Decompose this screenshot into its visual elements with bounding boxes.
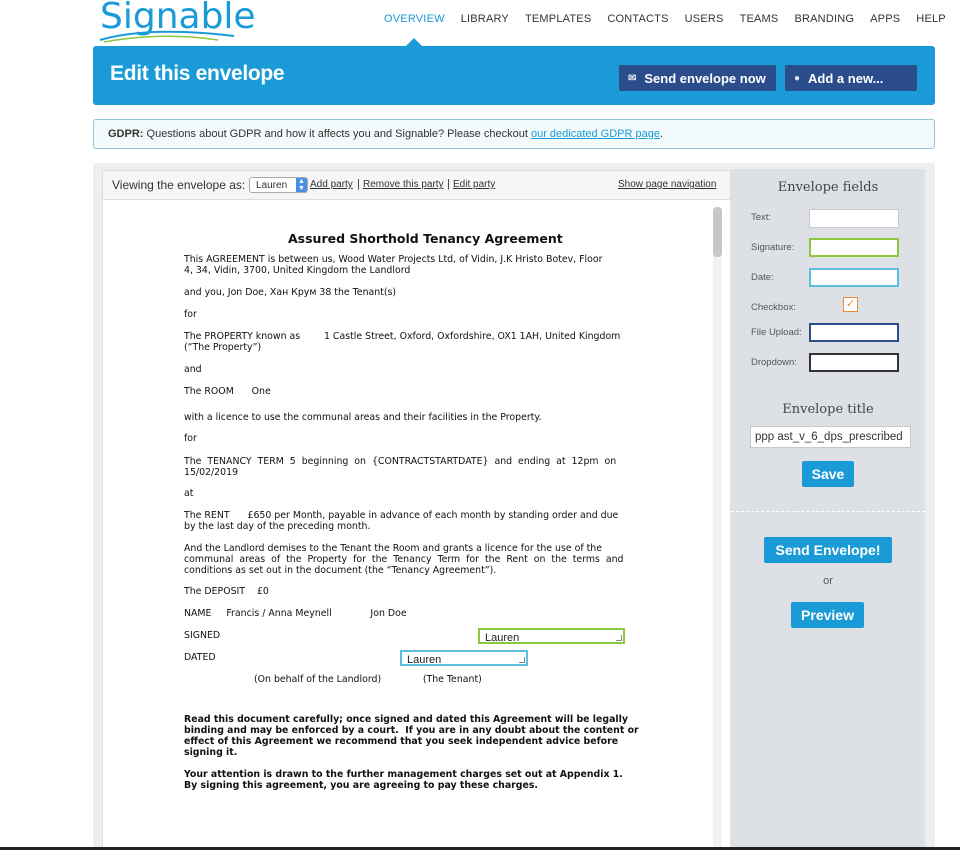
viewing-as-label: Viewing the envelope as: <box>112 178 246 192</box>
doc-property-line-2: (“The Property”) <box>184 342 262 353</box>
send-envelope-button[interactable]: Send Envelope! <box>764 537 892 563</box>
envelope-title-heading: Envelope title <box>782 402 874 417</box>
doc-and: and <box>184 364 202 375</box>
doc-attention-line-1: Your attention is drawn to the further m… <box>184 769 623 780</box>
doc-term-line-1: The TENANCY TERM 5 beginning on {CONTRAC… <box>184 456 617 467</box>
gdpr-tail: . <box>659 128 664 140</box>
party-select-value: Lauren <box>256 180 288 191</box>
doc-property-line-1: The PROPERTY known as 1 Castle Street, O… <box>184 331 621 342</box>
doc-read-line-3: effect of this Agreement we recommend th… <box>184 736 619 747</box>
date-field-label: Date: <box>751 272 774 283</box>
remove-party-link[interactable]: Remove this party <box>363 179 444 190</box>
preview-button[interactable]: Preview <box>791 602 864 628</box>
plus-circle-icon: ● <box>794 72 801 84</box>
doc-read-line-4: signing it. <box>184 747 238 758</box>
doc-demise-line-2: communal areas of the Property for the T… <box>184 554 624 565</box>
nav-branding[interactable]: BRANDING <box>794 13 854 25</box>
envelope-fields-heading: Envelope fields <box>777 180 879 195</box>
gdpr-label: GDPR: <box>108 128 144 140</box>
doc-rent-line-1: The RENT £650 per Month, payable in adva… <box>184 510 619 521</box>
send-envelope-now-label: Send envelope now <box>644 70 766 86</box>
send-envelope-now-button[interactable]: ✉ Send envelope now <box>619 65 776 91</box>
file-upload-field-label: File Upload: <box>751 327 802 338</box>
doc-attention-line-2: By signing this agreement, you are agree… <box>184 780 538 791</box>
party-select[interactable]: Lauren ▲ ▼ <box>249 177 308 193</box>
document-toolbar: Viewing the envelope as: Lauren ▲ ▼ Add p… <box>102 170 731 200</box>
edit-party-link[interactable]: Edit party <box>453 179 495 190</box>
doc-at: at <box>184 488 194 499</box>
envelope-fields-panel: Envelope fields Text: Signature: Date: C… <box>731 169 925 850</box>
checkbox-field-label: Checkbox: <box>751 302 796 313</box>
signature-field[interactable]: Lauren <box>478 628 625 644</box>
text-field-tool[interactable] <box>809 209 899 228</box>
date-field-tool[interactable] <box>809 268 899 287</box>
gdpr-notice: GDPR: Questions about GDPR and how it af… <box>93 119 935 149</box>
envelope-header: Edit this envelope ✉ Send envelope now ●… <box>93 46 935 105</box>
doc-behalf-line: (On behalf of the Landlord) (The Tenant) <box>254 674 482 685</box>
doc-read-line-2: binding and may be enforced by a court. … <box>184 725 639 736</box>
dropdown-field-label: Dropdown: <box>751 357 797 368</box>
envelope-title-input[interactable]: ppp ast_v_6_dps_prescribed <box>750 426 911 448</box>
select-arrows-icon: ▲ ▼ <box>296 178 307 192</box>
signature-field-value: Lauren <box>485 632 520 644</box>
doc-read-line-1: Read this document carefully; once signe… <box>184 714 628 725</box>
save-button[interactable]: Save <box>802 461 854 487</box>
doc-agreement-line-2: 4, 34, Vidin, 3700, United Kingdom the L… <box>184 265 411 276</box>
add-party-link[interactable]: Add party <box>310 179 353 190</box>
resize-grip-icon[interactable] <box>519 657 525 663</box>
check-icon: ✓ <box>845 297 856 310</box>
file-upload-field-tool[interactable] <box>809 323 899 342</box>
nav-users[interactable]: USERS <box>685 13 724 25</box>
signature-field-label: Signature: <box>751 242 795 253</box>
doc-tenant-line: and you, Jon Doe, Хан Крум 38 the Tenant… <box>184 287 397 298</box>
nav-teams[interactable]: TEAMS <box>740 13 779 25</box>
envelope-icon: ✉ <box>628 72 637 84</box>
or-label: or <box>823 575 833 587</box>
doc-for-2: for <box>184 433 197 444</box>
nav-overview[interactable]: OVERVIEW <box>384 13 445 25</box>
document-scrollbar[interactable] <box>713 207 722 850</box>
resize-grip-icon[interactable] <box>616 635 622 641</box>
toolbar-separator: | <box>447 178 450 190</box>
date-field[interactable]: Lauren <box>400 650 528 666</box>
gdpr-page-link[interactable]: our dedicated GDPR page <box>531 128 660 140</box>
nav-contacts[interactable]: CONTACTS <box>607 13 668 25</box>
doc-agreement-line-1: This AGREEMENT is between us, Wood Water… <box>184 254 603 265</box>
nav-apps[interactable]: APPS <box>870 13 900 25</box>
top-bar: Signable OVERVIEW LIBRARY TEMPLATES CONT… <box>0 0 960 47</box>
add-new-button[interactable]: ● Add a new... <box>785 65 917 91</box>
scrollbar-thumb[interactable] <box>713 207 722 257</box>
page-title: Edit this envelope <box>110 62 285 85</box>
toolbar-separator: | <box>357 178 360 190</box>
doc-deposit-line: The DEPOSIT £0 <box>184 586 269 597</box>
doc-demise-line-3: conditions as set out in the document (t… <box>184 565 497 576</box>
nav-help[interactable]: HELP <box>916 13 946 25</box>
nav-templates[interactable]: TEMPLATES <box>525 13 591 25</box>
doc-for-1: for <box>184 309 197 320</box>
dropdown-field-tool[interactable] <box>809 353 899 372</box>
date-field-value: Lauren <box>407 654 442 666</box>
logo-swoosh-icon <box>99 30 235 43</box>
text-field-label: Text: <box>751 212 772 223</box>
signature-field-tool[interactable] <box>809 238 899 257</box>
gdpr-text: Questions about GDPR and how it affects … <box>146 128 528 140</box>
nav-library[interactable]: LIBRARY <box>461 13 509 25</box>
doc-term-line-2: 15/02/2019 <box>184 467 239 478</box>
doc-name-line: NAME Francis / Anna Meynell Jon Doe <box>184 608 407 619</box>
checkbox-field-tool[interactable]: ✓ <box>843 297 858 312</box>
doc-demise-line-1: And the Landlord demises to the Tenant t… <box>184 543 602 554</box>
main-nav: OVERVIEW LIBRARY TEMPLATES CONTACTS USER… <box>384 13 960 25</box>
panel-divider <box>731 511 925 512</box>
show-page-navigation-link[interactable]: Show page navigation <box>618 179 716 190</box>
document-title: Assured Shorthold Tenancy Agreement <box>288 231 563 246</box>
doc-room-line: The ROOM One <box>184 386 271 397</box>
add-new-label: Add a new... <box>808 70 884 86</box>
doc-licence-line: with a licence to use the communal areas… <box>184 412 542 423</box>
doc-rent-line-2: by the last day of the preceding month. <box>184 521 371 532</box>
